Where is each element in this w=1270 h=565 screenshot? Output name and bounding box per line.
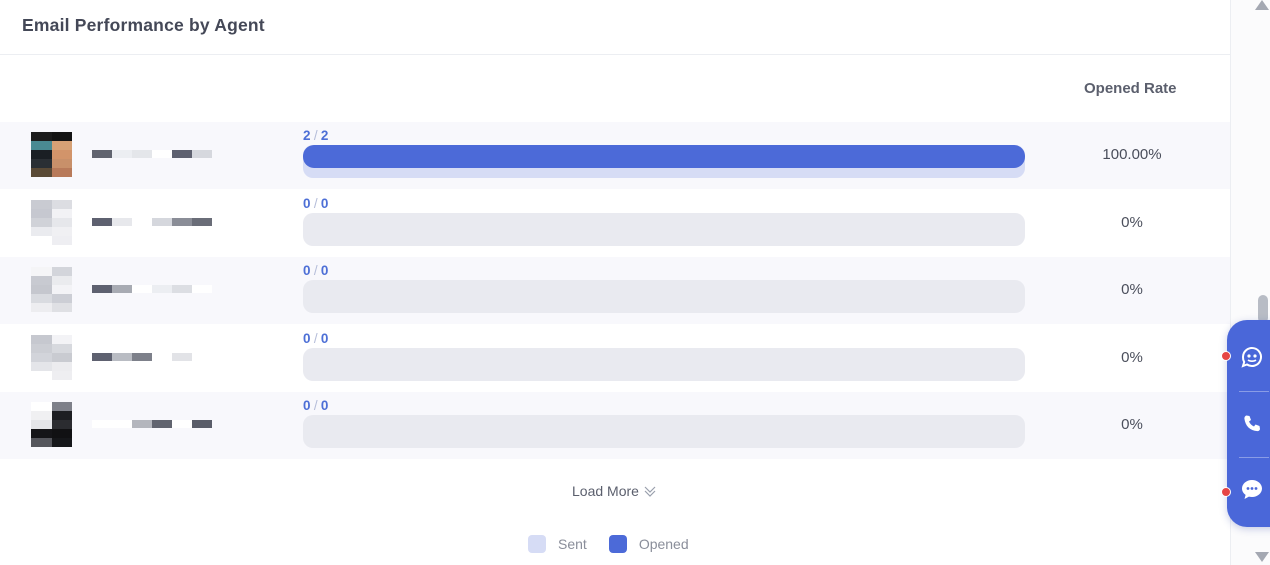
opened-count: 0 <box>303 195 311 211</box>
count-separator: / <box>313 128 318 143</box>
opened-rate-value: 100.00% <box>1102 146 1162 163</box>
opened-rate-value: 0% <box>1121 281 1143 299</box>
opened-sent-count: 0/0 <box>303 331 329 346</box>
legend-item-opened[interactable]: Opened <box>608 535 689 553</box>
agent-avatar <box>31 199 72 245</box>
opened-count: 0 <box>303 263 311 279</box>
agent-avatar <box>31 402 72 448</box>
count-separator: / <box>313 195 318 211</box>
chat-bubble-icon <box>1242 480 1262 499</box>
chat-button[interactable] <box>1227 457 1270 523</box>
sent-count: 0 <box>320 263 329 279</box>
chatbot-icon <box>1241 347 1262 368</box>
agent-avatar <box>31 334 72 380</box>
chat-notification-dot <box>1221 487 1231 497</box>
legend-label-sent: Sent <box>558 536 587 552</box>
chatbot-button[interactable] <box>1227 324 1270 390</box>
agent-name-redacted <box>92 352 212 361</box>
load-more-button[interactable]: Load More <box>572 483 657 499</box>
opened-bar-fill[interactable] <box>303 145 1025 168</box>
count-separator: / <box>313 330 318 346</box>
scroll-down-arrow-icon[interactable] <box>1255 552 1269 562</box>
phone-icon <box>1244 415 1260 432</box>
scrollbar-thumb[interactable] <box>1258 295 1268 323</box>
panel-header: Email Performance by Agent <box>0 0 1230 55</box>
agent-row[interactable]: 0/0 0% <box>0 257 1230 325</box>
chart-legend: Sent Opened <box>528 535 711 553</box>
opened-count: 0 <box>303 398 311 414</box>
sent-swatch <box>528 535 546 553</box>
opened-count: 0 <box>303 330 311 346</box>
panel-title: Email Performance by Agent <box>22 15 265 35</box>
scroll-up-arrow-icon[interactable] <box>1255 0 1269 10</box>
sent-count: 0 <box>320 398 329 414</box>
agent-name-redacted <box>92 420 212 429</box>
floating-contact-toolbar <box>1227 320 1270 527</box>
agent-row[interactable]: 0/0 0% <box>0 392 1230 460</box>
opened-rate-value: 0% <box>1121 213 1143 231</box>
sent-bar[interactable] <box>303 212 1025 246</box>
opened-rate-column-header: Opened Rate <box>1084 80 1177 97</box>
opened-sent-count: 0/0 <box>303 196 329 211</box>
load-more-label: Load More <box>572 483 639 499</box>
sent-bar[interactable] <box>303 415 1025 449</box>
count-separator: / <box>313 398 318 414</box>
agent-row[interactable]: 2/2 100.00% <box>0 122 1230 189</box>
opened-sent-count: 0/0 <box>303 398 329 413</box>
sent-count: 2 <box>320 128 329 143</box>
agent-name-redacted <box>92 150 212 158</box>
opened-sent-count: 0/0 <box>303 263 329 278</box>
agent-avatar <box>31 267 72 313</box>
opened-rate-value: 0% <box>1121 348 1143 366</box>
email-performance-panel: Email Performance by Agent Opened Rate 2… <box>0 0 1230 565</box>
opened-rate-value: 0% <box>1121 416 1143 434</box>
agent-avatar <box>31 132 72 177</box>
agent-name-redacted <box>92 217 212 226</box>
opened-sent-count: 2/2 <box>303 128 329 143</box>
sent-bar[interactable] <box>303 145 1025 178</box>
opened-count: 2 <box>303 128 311 143</box>
sent-bar[interactable] <box>303 347 1025 381</box>
agent-name-redacted <box>92 285 212 294</box>
sent-count: 0 <box>320 330 329 346</box>
agent-row[interactable]: 0/0 0% <box>0 325 1230 392</box>
chatbot-notification-dot <box>1221 351 1231 361</box>
phone-button[interactable] <box>1227 391 1270 457</box>
double-chevron-down-icon <box>644 486 656 497</box>
agent-row[interactable]: 0/0 0% <box>0 190 1230 257</box>
legend-item-sent[interactable]: Sent <box>528 535 587 553</box>
opened-swatch <box>608 535 627 553</box>
count-separator: / <box>313 263 318 279</box>
sent-bar[interactable] <box>303 280 1025 314</box>
sent-count: 0 <box>320 195 329 211</box>
legend-label-opened: Opened <box>638 536 689 552</box>
